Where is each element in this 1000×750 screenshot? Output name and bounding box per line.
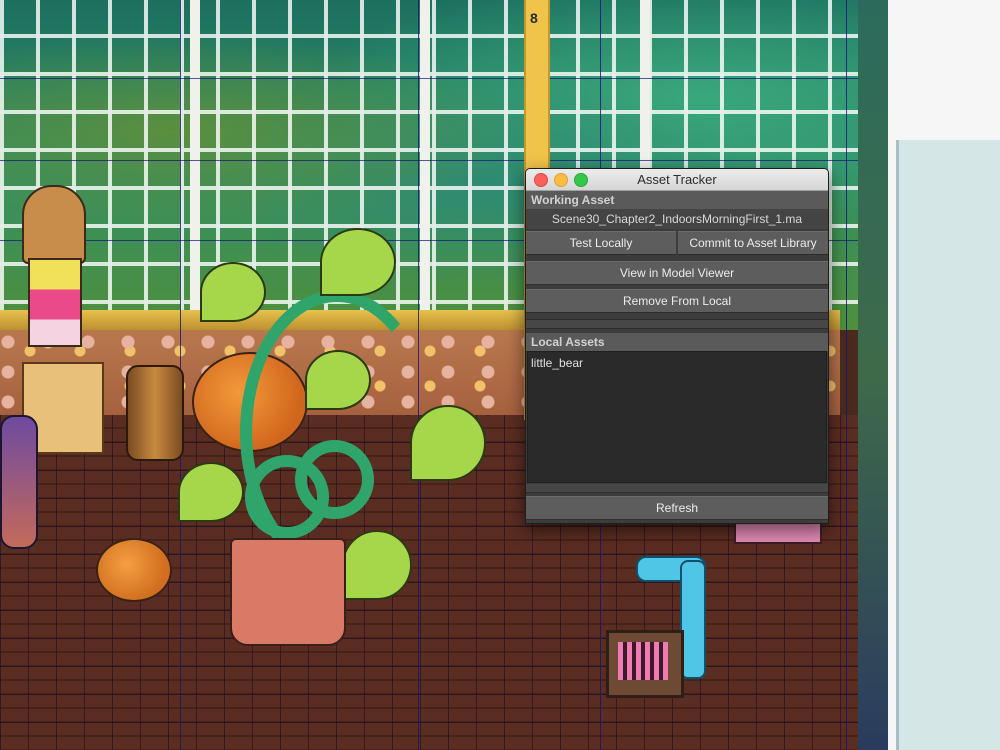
character-model[interactable] (0, 415, 38, 549)
asset-action-row: Test Locally Commit to Asset Library (526, 229, 828, 257)
flower-pot[interactable] (230, 538, 346, 646)
remove-from-local-button[interactable]: Remove From Local (526, 289, 828, 313)
beanstalk-leaf (410, 405, 486, 481)
beanstalk-leaf (342, 530, 412, 600)
beanstalk-leaf (305, 350, 371, 410)
wall-panel (896, 140, 1000, 750)
beanstalk-leaf (178, 462, 244, 522)
local-assets-header: Local Assets (526, 333, 828, 351)
list-item[interactable]: little_bear (531, 355, 823, 371)
beanstalk-curl (295, 440, 374, 519)
commit-to-asset-library-button[interactable]: Commit to Asset Library (678, 231, 828, 255)
view-in-model-viewer-button[interactable]: View in Model Viewer (526, 261, 828, 285)
pole-label: 8 (530, 10, 538, 26)
mushroom-lamp-stem[interactable] (28, 258, 82, 347)
small-pumpkin[interactable] (96, 538, 172, 602)
wireframe-line (0, 78, 870, 79)
wireframe-line (0, 160, 870, 161)
wooden-barrel[interactable] (126, 365, 184, 461)
beanstalk-leaf (320, 228, 396, 296)
beanstalk-leaf (200, 262, 266, 322)
foliage-strip (858, 0, 888, 750)
scene-viewport[interactable]: 8 (0, 0, 1000, 750)
section-divider[interactable] (526, 319, 828, 329)
mushroom-lamp-cap[interactable] (22, 185, 86, 264)
drain-grate (618, 642, 668, 680)
working-asset-name: Scene30_Chapter2_IndoorsMorningFirst_1.m… (526, 209, 828, 229)
asset-tracker-window[interactable]: Asset Tracker Working Asset Scene30_Chap… (525, 168, 829, 524)
window-title: Asset Tracker (637, 172, 717, 187)
list-resize-handle[interactable] (526, 484, 828, 493)
local-assets-list[interactable]: little_bear (527, 351, 827, 483)
working-asset-header: Working Asset (526, 191, 828, 209)
wireframe-line (846, 0, 847, 750)
window-titlebar[interactable]: Asset Tracker (526, 169, 828, 191)
test-locally-button[interactable]: Test Locally (526, 231, 676, 255)
refresh-button[interactable]: Refresh (526, 496, 828, 520)
